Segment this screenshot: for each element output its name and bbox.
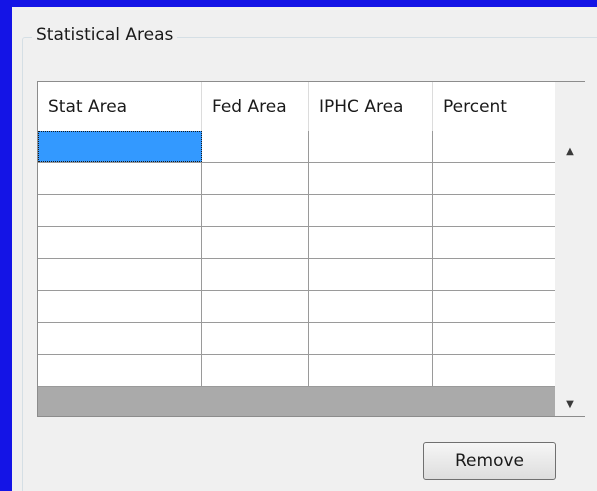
grid-header-row: Stat Area Fed Area IPHC Area Percent bbox=[38, 82, 555, 131]
table-row bbox=[38, 291, 555, 323]
grid-cell[interactable] bbox=[309, 355, 433, 386]
grid-cell[interactable] bbox=[38, 163, 202, 194]
grid-cell[interactable] bbox=[433, 227, 555, 258]
grid-cell[interactable] bbox=[433, 291, 555, 322]
grid-cell[interactable] bbox=[38, 195, 202, 226]
grid-cell[interactable] bbox=[433, 163, 555, 194]
column-header-iphc-area[interactable]: IPHC Area bbox=[309, 82, 433, 131]
grid-cell[interactable] bbox=[38, 355, 202, 386]
window-frame-top bbox=[0, 0, 597, 7]
grid-cell[interactable] bbox=[202, 131, 309, 162]
grid-body bbox=[38, 131, 555, 387]
grid-cell[interactable] bbox=[309, 227, 433, 258]
grid-cell[interactable] bbox=[202, 323, 309, 354]
groupbox-title: Statistical Areas bbox=[32, 24, 178, 46]
grid-cell[interactable] bbox=[433, 355, 555, 386]
grid-cell[interactable] bbox=[38, 291, 202, 322]
grid-cell[interactable] bbox=[433, 131, 555, 162]
scroll-up-arrow-icon[interactable]: ▲ bbox=[555, 139, 585, 163]
table-row bbox=[38, 323, 555, 355]
header-corner bbox=[555, 82, 585, 131]
table-row bbox=[38, 131, 555, 163]
column-header-percent[interactable]: Percent bbox=[433, 82, 555, 131]
grid-cell[interactable] bbox=[202, 291, 309, 322]
grid-cell[interactable] bbox=[433, 259, 555, 290]
window-frame-left bbox=[0, 0, 12, 491]
grid-cell[interactable] bbox=[202, 163, 309, 194]
table-row bbox=[38, 163, 555, 195]
grid-cell[interactable] bbox=[433, 195, 555, 226]
grid-cell[interactable] bbox=[202, 259, 309, 290]
table-row bbox=[38, 227, 555, 259]
vertical-scrollbar[interactable]: ▲ ▼ bbox=[555, 131, 585, 416]
grid-cell[interactable] bbox=[38, 323, 202, 354]
grid-cell[interactable] bbox=[433, 323, 555, 354]
grid-cell[interactable] bbox=[309, 195, 433, 226]
grid-cell[interactable] bbox=[202, 227, 309, 258]
grid-cell[interactable] bbox=[38, 259, 202, 290]
grid-cell[interactable] bbox=[309, 291, 433, 322]
grid-cell-selected[interactable] bbox=[38, 131, 202, 162]
grid-cell[interactable] bbox=[309, 323, 433, 354]
grid-cell[interactable] bbox=[38, 227, 202, 258]
table-row bbox=[38, 355, 555, 387]
grid-empty-area bbox=[38, 387, 555, 416]
remove-button[interactable]: Remove bbox=[423, 442, 556, 480]
grid-cell[interactable] bbox=[202, 355, 309, 386]
table-row bbox=[38, 195, 555, 227]
table-row bbox=[38, 259, 555, 291]
stat-areas-grid[interactable]: Stat Area Fed Area IPHC Area Percent ▲ ▼ bbox=[37, 81, 585, 417]
grid-cell[interactable] bbox=[309, 259, 433, 290]
column-header-stat-area[interactable]: Stat Area bbox=[38, 82, 202, 131]
grid-cell[interactable] bbox=[309, 163, 433, 194]
grid-cell[interactable] bbox=[202, 195, 309, 226]
column-header-fed-area[interactable]: Fed Area bbox=[202, 82, 309, 131]
scroll-down-arrow-icon[interactable]: ▼ bbox=[555, 392, 585, 416]
grid-cell[interactable] bbox=[309, 131, 433, 162]
